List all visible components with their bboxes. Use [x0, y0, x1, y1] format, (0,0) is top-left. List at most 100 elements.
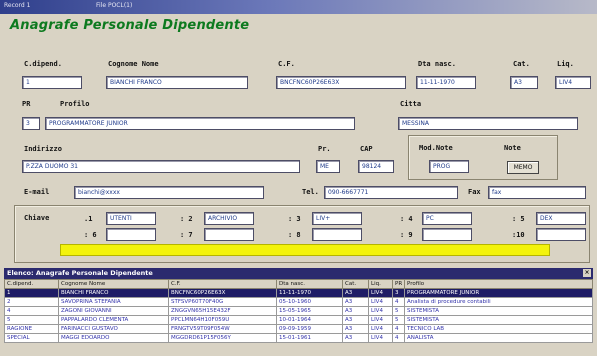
table-row[interactable]: RAGIONE FARINACCI GUSTAVO FRNGTV59T09F05… — [4, 324, 593, 334]
grid-cell: FRNGTV59T09F054W — [168, 324, 277, 334]
grid-cell: 09-09-1959 — [276, 324, 343, 334]
grid-cell: 3 — [392, 288, 405, 298]
grid-cell: 2 — [4, 297, 59, 307]
chiave-slot-8-field[interactable] — [312, 228, 362, 241]
cat-field[interactable]: A3 — [510, 76, 538, 89]
chiave-slot-3-field[interactable]: LIV+ — [312, 212, 362, 225]
cod-dipend-field[interactable]: 1 — [22, 76, 82, 89]
chiave-label: Chiave — [24, 214, 50, 222]
grid-cell: 4 — [392, 297, 405, 307]
grid-title: Elenco: Anagrafe Personale Dipendente — [7, 269, 153, 277]
titlebar-text-right: File POCL(1) — [96, 2, 133, 9]
grid-cell: STFSVP60T70F40G — [168, 297, 277, 307]
cf-field[interactable]: BNCFNC60P26E63X — [276, 76, 406, 89]
close-icon[interactable]: × — [583, 269, 591, 277]
pr-code-label: PR — [22, 100, 31, 108]
profilo-field[interactable]: PROGRAMMATORE JUNIOR — [45, 117, 355, 130]
cap-field[interactable]: 98124 — [358, 160, 394, 173]
memo-button[interactable]: MEMO — [507, 161, 539, 174]
grid-cell: Analista di procedure contabili — [404, 297, 593, 307]
chiave-slot-4-field[interactable]: PC — [422, 212, 472, 225]
grid-title-bar: Elenco: Anagrafe Personale Dipendente × — [4, 268, 593, 279]
indirizzo-label: Indirizzo — [24, 145, 62, 153]
chiave-slot-7-field[interactable] — [204, 228, 254, 241]
grid-cell: 5 — [392, 306, 405, 316]
grid-cell: FARINACCI GUSTAVO — [58, 324, 169, 334]
grid-cell: 15-05-1965 — [276, 306, 343, 316]
grid-cell: 15-01-1961 — [276, 333, 343, 343]
chiave-slot-5-label: : 5 — [512, 215, 525, 223]
chiave-slot-3-label: : 3 — [288, 215, 301, 223]
chiave-slot-2-label: : 2 — [180, 215, 193, 223]
grid-cell: 4 — [4, 306, 59, 316]
grid-cell: 4 — [392, 333, 405, 343]
titlebar-text-left: Record 1 — [4, 2, 31, 9]
grid-cell: PPCLMN64H10F059U — [168, 315, 277, 325]
grid-col-header[interactable]: Profilo — [404, 279, 593, 289]
grid-cell: A3 — [342, 315, 369, 325]
email-field[interactable]: bianchi@xxxx — [74, 186, 264, 199]
grid-cell: RAGIONE — [4, 324, 59, 334]
fax-label: Fax — [468, 188, 481, 196]
chiave-slot-6-field[interactable] — [106, 228, 156, 241]
employee-grid: C.dipend. Cognome Nome C.F. Dta nasc. Ca… — [4, 279, 593, 343]
note-label: Note — [504, 144, 521, 152]
grid-col-header[interactable]: Cat. — [342, 279, 369, 289]
grid-cell: A3 — [342, 306, 369, 316]
liq-field[interactable]: LIV4 — [555, 76, 591, 89]
table-row[interactable]: 4 ZAGONI GIOVANNI ZNGGVN65H15E432F 15-05… — [4, 306, 593, 316]
grid-cell: ANALISTA — [404, 333, 593, 343]
dta-nasc-field[interactable]: 11-11-1970 — [416, 76, 476, 89]
indirizzo-field[interactable]: P.ZZA DUOMO 31 — [22, 160, 300, 173]
tel-label: Tel. — [302, 188, 319, 196]
table-row[interactable]: 5 PAPPALARDO CLEMENTA PPCLMN64H10F059U 1… — [4, 315, 593, 325]
table-row[interactable]: SPECIAL MAGGI EDOARDO MGGDRD61P15F056Y 1… — [4, 333, 593, 343]
app-window: Record 1 File POCL(1) Anagrafe Personale… — [0, 0, 597, 356]
cognome-nome-field[interactable]: BIANCHI FRANCO — [106, 76, 248, 89]
chiave-slot-10-field[interactable] — [536, 228, 586, 241]
grid-col-header[interactable]: C.dipend. — [4, 279, 59, 289]
chiave-slot-5-field[interactable]: DEX — [536, 212, 586, 225]
grid-cell: LIV4 — [368, 297, 393, 307]
grid-cell: A3 — [342, 288, 369, 298]
grid-header-row: C.dipend. Cognome Nome C.F. Dta nasc. Ca… — [4, 279, 593, 289]
fax-field[interactable]: fax — [488, 186, 586, 199]
chiave-slot-2-field[interactable]: ARCHIVIO — [204, 212, 254, 225]
chiave-slot-7-label: : 7 — [180, 231, 193, 239]
grid-cell: MGGDRD61P15F056Y — [168, 333, 277, 343]
grid-cell: BIANCHI FRANCO — [58, 288, 169, 298]
table-row[interactable]: 1 BIANCHI FRANCO BNCFNC60P26E63X 11-11-1… — [4, 288, 593, 298]
grid-cell: LIV4 — [368, 315, 393, 325]
profilo-label: Profilo — [60, 100, 90, 108]
grid-cell: 5 — [4, 315, 59, 325]
tel-field[interactable]: 090-6667771 — [324, 186, 458, 199]
grid-col-header[interactable]: C.F. — [168, 279, 277, 289]
grid-cell: 10-01-1964 — [276, 315, 343, 325]
grid-cell: MAGGI EDOARDO — [58, 333, 169, 343]
grid-cell: 4 — [392, 324, 405, 334]
citta-field[interactable]: MESSINA — [398, 117, 578, 130]
chiave-slot-9-field[interactable] — [422, 228, 472, 241]
mod-note-field[interactable]: PROG — [429, 160, 469, 173]
cat-label: Cat. — [513, 60, 530, 68]
grid-cell: 1 — [4, 288, 59, 298]
chiave-slot-8-label: : 8 — [288, 231, 301, 239]
chiave-slot-1-field[interactable]: UTENTI — [106, 212, 156, 225]
grid-col-header[interactable]: Cognome Nome — [58, 279, 169, 289]
email-label: E-mail — [24, 188, 50, 196]
table-row[interactable]: 2 SAVOPRINA STEFANIA STFSVP60T70F40G 05-… — [4, 297, 593, 307]
grid-cell: SISTEMISTA — [404, 315, 593, 325]
form-title: Anagrafe Personale Dipendente — [10, 18, 250, 33]
citta-label: Citta — [400, 100, 422, 108]
pr-code-field[interactable]: 3 — [22, 117, 40, 130]
cap-label: CAP — [360, 145, 373, 153]
pr-field[interactable]: ME — [316, 160, 340, 173]
mod-note-label: Mod.Note — [419, 144, 453, 152]
grid-cell: SPECIAL — [4, 333, 59, 343]
cognome-nome-label: Cognome Nome — [108, 60, 159, 68]
grid-col-header[interactable]: Dta nasc. — [276, 279, 343, 289]
grid-cell: LIV4 — [368, 333, 393, 343]
grid-col-header[interactable]: PR — [392, 279, 405, 289]
note-group: Mod.Note PROG Note MEMO — [408, 135, 558, 180]
grid-col-header[interactable]: Liq. — [368, 279, 393, 289]
